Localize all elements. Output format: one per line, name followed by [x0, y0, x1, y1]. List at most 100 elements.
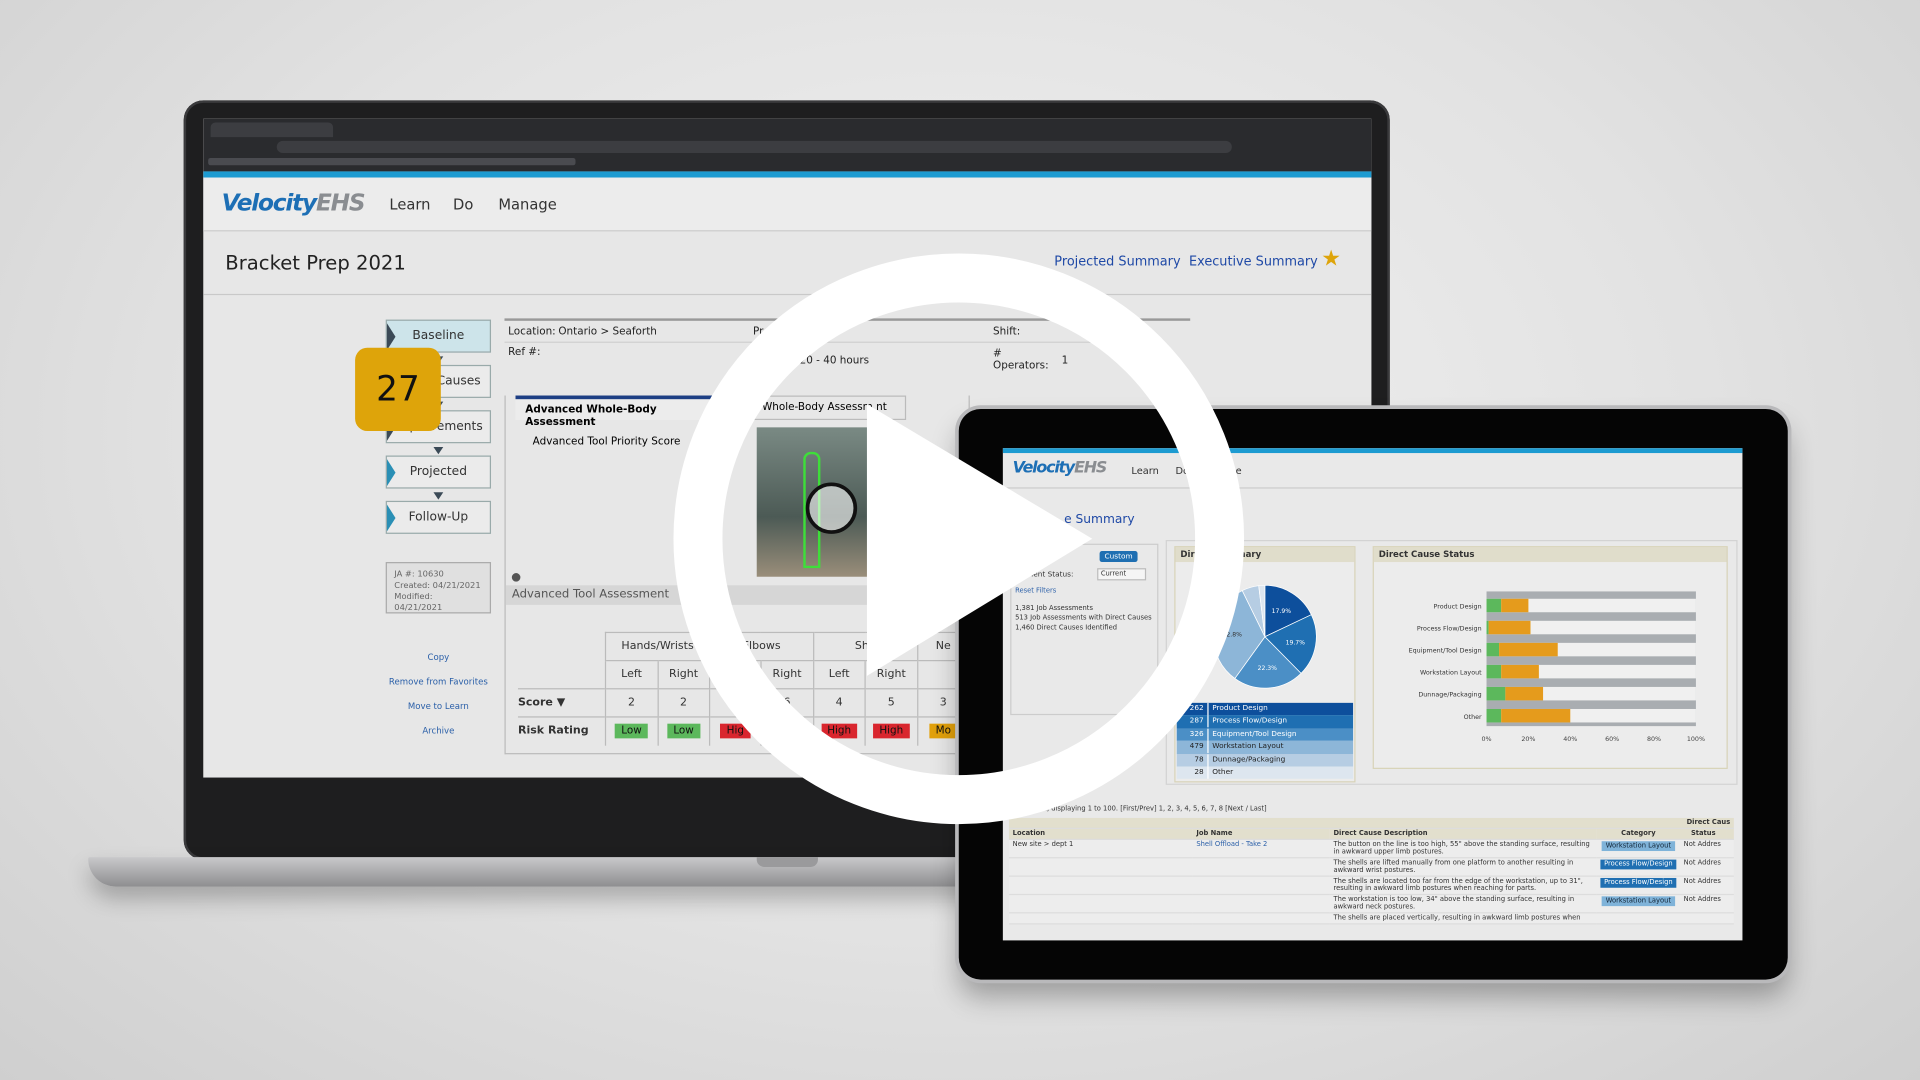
bar-segment[interactable] [1499, 642, 1558, 657]
description-cell: The shells are located too far from the … [1329, 876, 1597, 896]
reset-filters-link[interactable]: Reset Filters [1015, 588, 1056, 595]
legend-label: Other [1212, 767, 1234, 777]
status-cell [1680, 912, 1727, 925]
job-name-link[interactable]: Shell Offload - Take 2 [1192, 839, 1330, 859]
legend-count: 78 [1177, 753, 1209, 766]
job-name-link[interactable] [1192, 894, 1330, 914]
records-pagination[interactable]: rds found, displaying 1 to 100. [First/P… [1015, 806, 1267, 813]
location-cell [1008, 912, 1193, 925]
x-tick-label: 80% [1647, 736, 1661, 743]
legend-row[interactable]: 28 Other [1176, 766, 1354, 780]
operators-value: 1 [1061, 355, 1069, 368]
nav-do[interactable]: Do [1176, 465, 1190, 476]
legend-count: 262 [1177, 702, 1209, 716]
bar-segment[interactable] [1501, 598, 1529, 613]
custom-button[interactable]: Custom [1099, 551, 1138, 563]
star-icon[interactable]: ★ [1321, 246, 1341, 272]
legend-row[interactable]: 287 Process Flow/Design [1176, 715, 1354, 729]
video-play-icon[interactable] [805, 482, 858, 534]
col-description[interactable]: Direct Cause Description [1329, 828, 1597, 841]
col-category[interactable]: Category [1596, 828, 1681, 841]
velocity-ehs-logo[interactable]: VelocityEHS [1013, 459, 1108, 477]
risk-badge: High [768, 723, 806, 739]
table-row[interactable]: The shells are located too far from the … [1008, 876, 1734, 896]
bar-segment[interactable] [1505, 686, 1544, 701]
risk-badge: Hig [720, 723, 751, 739]
nav-do[interactable]: Do [453, 196, 473, 213]
bar-segment[interactable] [1488, 620, 1531, 635]
bar-segment[interactable] [1486, 642, 1500, 657]
bar-segment[interactable] [1486, 664, 1502, 679]
pie-label: 22.3% [1258, 665, 1278, 672]
legend-row[interactable]: 262 Product Design [1176, 702, 1354, 716]
bar-segment[interactable] [1486, 598, 1502, 613]
bar-segment[interactable] [1501, 664, 1539, 679]
address-bar[interactable] [276, 140, 1232, 154]
step-follow-up[interactable]: Follow-Up [385, 500, 492, 534]
legend-row[interactable]: 78 Dunnage/Packaging [1176, 753, 1354, 767]
projected-summary-link[interactable]: Projected Summary [1054, 255, 1180, 270]
job-name-link[interactable] [1192, 857, 1330, 877]
direct-cause-status-panel: Direct Cause Status Product Design Proces… [1372, 546, 1728, 769]
table-row[interactable]: The workstation is too low, 34" above th… [1008, 894, 1734, 914]
status-select[interactable]: Current [1097, 568, 1147, 581]
side-header: Right [864, 660, 918, 689]
bar-segment[interactable] [1486, 686, 1506, 701]
score-header[interactable]: Score ▼ [517, 688, 606, 717]
bar-segment[interactable] [1501, 708, 1571, 723]
risk-cell: Low [604, 716, 658, 746]
risk-cell: Low [656, 716, 710, 746]
legend-row[interactable]: 479 Workstation Layout [1176, 741, 1354, 754]
risk-table: Hands/Wrists Elbows Sho Ne Left Right ft Right… [517, 631, 969, 746]
score-cell: 2 [656, 688, 710, 717]
move-to-learn-link[interactable]: Move to Learn [386, 702, 491, 712]
tab-manual-whole-body[interactable]: anual Whole-Body Assessm nt [716, 395, 907, 421]
panel-title: Direct Cause Status [1373, 547, 1727, 563]
remove-favorites-link[interactable]: Remove from Favorites [386, 677, 491, 687]
location-cell [1008, 876, 1193, 896]
archive-link[interactable]: Archive [386, 726, 491, 736]
nav-manage[interactable]: Manage [498, 196, 556, 213]
score-cell: 5 [864, 688, 918, 717]
assessment-video-thumbnail[interactable] [756, 427, 880, 577]
direct-cause-table: Direct Caus Location Job Name Direct Cause… [1008, 817, 1734, 925]
side-header: Right [656, 660, 710, 689]
pr-label: Pr [753, 325, 764, 338]
nav-manage[interactable]: ge [1229, 465, 1241, 476]
table-row[interactable]: The shells are lifted manually from one … [1008, 857, 1734, 877]
group-header: Direct Caus [1680, 817, 1734, 829]
velocity-ehs-logo[interactable]: VelocityEHS [222, 190, 366, 217]
info-icon[interactable] [511, 573, 521, 582]
stat-line: 1,381 Job Assessments [1015, 604, 1093, 613]
risk-cell: High [760, 716, 814, 746]
created-date: Created: 04/21/2021 [394, 580, 481, 591]
table-row[interactable]: New site > dept 1 Shell Offload - Take 2T… [1008, 839, 1734, 859]
score-cell: 2 [604, 688, 658, 717]
bar-segment[interactable] [1486, 708, 1502, 723]
nav-learn[interactable]: Learn [389, 196, 430, 213]
side-header: ft [708, 660, 762, 689]
col-status[interactable]: Status [1680, 828, 1727, 841]
bar-segment[interactable] [1486, 620, 1489, 635]
table-row[interactable]: The shells are placed vertically, result… [1008, 912, 1734, 925]
risk-badge: Low [615, 723, 648, 739]
step-projected[interactable]: Projected [385, 455, 492, 489]
tab-advanced-whole-body[interactable]: Advanced Whole-Body Assessment [515, 395, 717, 429]
nav-learn[interactable]: Learn [1131, 465, 1158, 476]
side-header: Left [604, 660, 658, 689]
description-cell: The button on the line is too high, 55" … [1329, 839, 1597, 859]
copy-link[interactable]: Copy [386, 653, 491, 663]
x-tick-label: 60% [1605, 736, 1619, 743]
browser-tab[interactable] [210, 122, 334, 138]
arrow-down-icon [433, 492, 444, 500]
col-location[interactable]: Location [1008, 828, 1193, 841]
job-name-link[interactable] [1192, 876, 1330, 896]
location-cell: New site > dept 1 [1008, 839, 1193, 859]
category-badge: Process Flow/Design [1600, 859, 1677, 870]
executive-summary-link[interactable]: Executive Summary [1189, 255, 1318, 270]
col-job-name[interactable]: Job Name [1192, 828, 1330, 841]
job-name-link[interactable] [1192, 912, 1330, 925]
category-label: Process Flow/Design [1417, 626, 1482, 633]
legend-row[interactable]: 326 Equipment/Tool Design [1176, 728, 1354, 742]
assessment-panel: Advanced Whole-Body Assessment anual Who… [504, 395, 970, 755]
